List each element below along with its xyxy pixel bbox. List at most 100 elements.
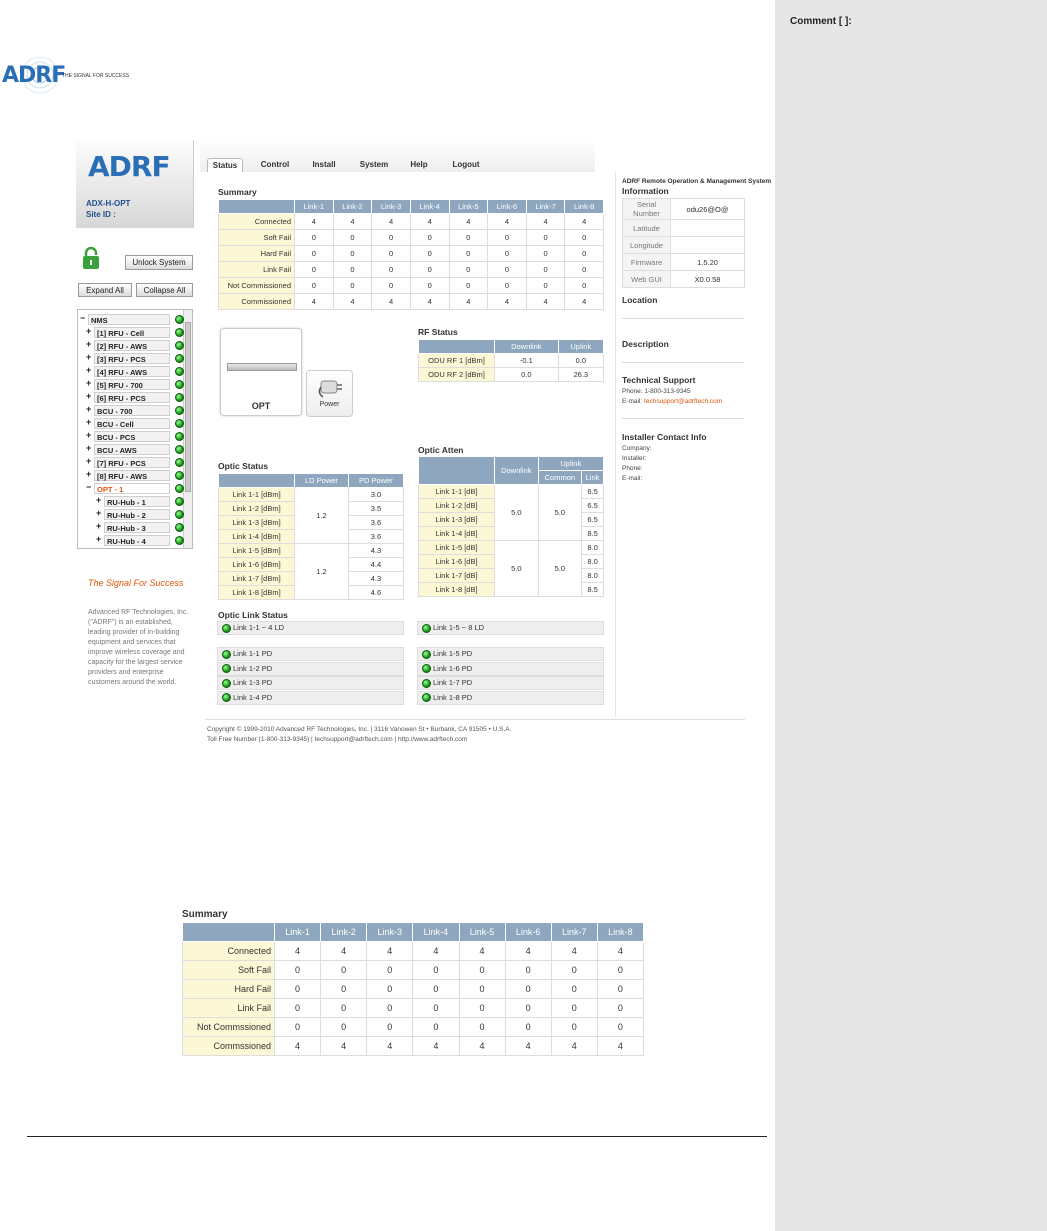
expand-icon[interactable]: + — [96, 508, 101, 518]
column-header: Link-3 — [366, 922, 414, 942]
tab-install[interactable]: Install — [303, 158, 345, 172]
table-cell: 0 — [525, 229, 566, 246]
tree-item[interactable]: + [3] RFU - PCS — [78, 352, 184, 365]
link-status-label: Link 1-1 PD — [233, 649, 273, 658]
downlink-atten-cell: 5.0 — [494, 484, 539, 541]
collapse-all-button[interactable]: Collapse All — [136, 283, 193, 297]
tab-status[interactable]: Status — [207, 158, 243, 172]
tree-item-label[interactable]: RU-Hub - 4 — [104, 535, 170, 546]
power-label: Power — [319, 401, 340, 408]
expand-icon[interactable]: + — [86, 365, 91, 375]
collapse-icon[interactable]: − — [86, 482, 91, 492]
expand-icon[interactable]: + — [96, 521, 101, 531]
tree-item[interactable]: − OPT - 1 — [78, 482, 184, 495]
scroll-thumb[interactable] — [185, 322, 191, 492]
common-atten-cell: 5.0 — [537, 484, 583, 541]
tree-item[interactable]: + RU-Hub - 1 — [78, 495, 184, 508]
table-row: Latitude — [622, 219, 745, 237]
tree-item[interactable]: + [7] RFU - PCS — [78, 456, 184, 469]
opt-device-panel[interactable]: OPT — [220, 328, 302, 416]
expand-icon[interactable]: + — [86, 404, 91, 414]
tree-item-label[interactable]: [5] RFU - 700 — [94, 379, 170, 390]
column-header: Common — [537, 470, 583, 485]
column-header: Link-7 — [550, 922, 598, 942]
expand-icon[interactable]: + — [86, 352, 91, 362]
status-led-icon — [175, 354, 184, 363]
tree-item[interactable]: + [6] RFU - PCS — [78, 391, 184, 404]
tree-item-label[interactable]: [6] RFU - PCS — [94, 392, 170, 403]
tab-control[interactable]: Control — [253, 158, 297, 172]
status-led-icon — [222, 678, 231, 688]
tree-item-label[interactable]: RU-Hub - 3 — [104, 522, 170, 533]
status-led-icon — [175, 315, 184, 324]
tree-item-label[interactable]: [7] RFU - PCS — [94, 457, 170, 468]
tab-logout[interactable]: Logout — [446, 158, 486, 172]
support-email-link[interactable]: techsupport@adrftech.com — [644, 398, 722, 405]
tree-item-label[interactable]: RU-Hub - 1 — [104, 496, 170, 507]
expand-icon[interactable]: + — [86, 443, 91, 453]
expand-icon[interactable]: + — [86, 469, 91, 479]
tree-item[interactable]: + [8] RFU - AWS — [78, 469, 184, 482]
expand-icon[interactable]: + — [96, 495, 101, 505]
expand-icon[interactable]: + — [86, 417, 91, 427]
tree-item-label[interactable]: BCU - PCS — [94, 431, 170, 442]
tree-item[interactable]: + [2] RFU - AWS — [78, 339, 184, 352]
tree-item[interactable]: + RU-Hub - 2 — [78, 508, 184, 521]
link-atten-cell: 8.0 — [581, 568, 604, 583]
table-cell: 0 — [448, 261, 489, 278]
table-cell: 0 — [294, 229, 334, 246]
tab-help[interactable]: Help — [402, 158, 436, 172]
tree-item[interactable]: + BCU - Cell — [78, 417, 184, 430]
expand-icon[interactable]: + — [86, 326, 91, 336]
tree-item[interactable]: + [5] RFU - 700 — [78, 378, 184, 391]
table-cell: 0 — [596, 998, 645, 1018]
row-label: Link 1-2 [dBm] — [218, 501, 295, 516]
expand-icon[interactable]: + — [86, 378, 91, 388]
expand-icon[interactable]: + — [96, 534, 101, 544]
device-tree[interactable]: − NMS + [1] RFU - Cell + [2] RFU - AWS + [3] RF… — [77, 309, 193, 549]
tree-item-label[interactable]: [3] RFU - PCS — [94, 353, 170, 364]
link-atten-cell: 8.5 — [581, 582, 604, 597]
table-cell: 4 — [273, 1036, 322, 1056]
tree-item-label[interactable]: OPT - 1 — [94, 483, 170, 494]
tree-item-label[interactable]: [4] RFU - AWS — [94, 366, 170, 377]
tree-item[interactable]: + RU-Hub - 4 — [78, 534, 184, 547]
power-button[interactable]: Power — [306, 370, 353, 417]
expand-icon[interactable]: + — [86, 430, 91, 440]
tree-item-label[interactable]: BCU - AWS — [94, 444, 170, 455]
row-label: Link 1-6 [dBm] — [218, 557, 295, 572]
tree-scrollbar[interactable] — [183, 310, 192, 548]
tree-item[interactable]: + RU-Hub - 3 — [78, 521, 184, 534]
expand-icon[interactable]: + — [86, 339, 91, 349]
information-table: Serial Number odu26@O@ Latitude Longitude Fi… — [622, 198, 745, 288]
tree-item-label[interactable]: [1] RFU - Cell — [94, 327, 170, 338]
table-cell: 0 — [366, 960, 414, 980]
footer-contact: Toll Free Number (1-800-313-9345) | tech… — [207, 736, 468, 743]
table-cell: 4 — [366, 1036, 414, 1056]
tree-item-label[interactable]: BCU - Cell — [94, 418, 170, 429]
tree-item[interactable]: + [1] RFU - Cell — [78, 326, 184, 339]
column-header: Downlink — [494, 456, 539, 485]
collapse-icon[interactable]: − — [80, 313, 85, 323]
tree-item[interactable]: + BCU - 700 — [78, 404, 184, 417]
tree-item-label[interactable]: RU-Hub - 2 — [104, 509, 170, 520]
tree-item-label[interactable]: [2] RFU - AWS — [94, 340, 170, 351]
tab-system[interactable]: System — [352, 158, 396, 172]
tree-item-label[interactable]: [8] RFU - AWS — [94, 470, 170, 481]
table-cell: 0 — [458, 998, 506, 1018]
column-header: Uplink — [557, 339, 605, 354]
expand-icon[interactable]: + — [86, 391, 91, 401]
tree-item[interactable]: + [4] RFU - AWS — [78, 365, 184, 378]
expand-icon[interactable]: + — [86, 456, 91, 466]
row-label: Connected — [218, 213, 295, 230]
tree-item[interactable]: + BCU - PCS — [78, 430, 184, 443]
tree-item[interactable]: − NMS — [78, 313, 184, 326]
tree-item-label[interactable]: NMS — [88, 314, 170, 325]
tree-item[interactable]: + BCU - AWS — [78, 443, 184, 456]
tree-item-label[interactable]: BCU - 700 — [94, 405, 170, 416]
table-cell: 4 — [371, 213, 411, 230]
row-label: Link 1-4 [dBm] — [218, 529, 295, 544]
status-led-icon — [175, 406, 184, 415]
unlock-system-button[interactable]: Unlock System — [125, 255, 193, 270]
expand-all-button[interactable]: Expand All — [78, 283, 132, 297]
